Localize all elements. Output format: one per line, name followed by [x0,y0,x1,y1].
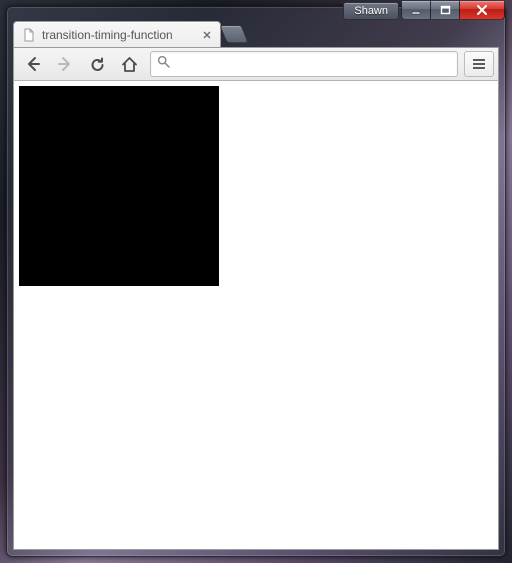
search-icon [157,55,170,73]
address-bar[interactable] [150,51,458,77]
home-icon [121,56,138,73]
reload-button[interactable] [82,50,112,78]
user-badge-label: Shawn [354,5,388,17]
back-button[interactable] [18,50,48,78]
minimize-button[interactable] [401,1,431,20]
tab-close-button[interactable] [200,28,214,42]
menu-button[interactable] [464,51,494,77]
minimize-icon [411,5,422,16]
maximize-icon [440,5,451,16]
file-icon [22,28,36,42]
browser-tab[interactable]: transition-timing-function [13,21,221,47]
tab-title: transition-timing-function [42,28,200,42]
address-input[interactable] [176,57,451,72]
new-tab-button[interactable] [219,25,248,43]
demo-box [19,86,219,286]
arrow-right-icon [56,55,74,73]
reload-icon [89,56,106,73]
close-button[interactable] [459,1,505,20]
close-icon [476,4,488,16]
forward-button[interactable] [50,50,80,78]
window-controls [402,1,505,20]
x-icon [203,31,211,39]
tab-strip: transition-timing-function [13,21,499,47]
browser-window: Shawn transition-timing-function [6,6,506,557]
maximize-button[interactable] [430,1,460,20]
home-button[interactable] [114,50,144,78]
arrow-left-icon [24,55,42,73]
user-badge[interactable]: Shawn [343,2,399,20]
page-viewport [13,81,499,550]
hamburger-icon [472,58,486,70]
browser-toolbar [13,47,499,81]
